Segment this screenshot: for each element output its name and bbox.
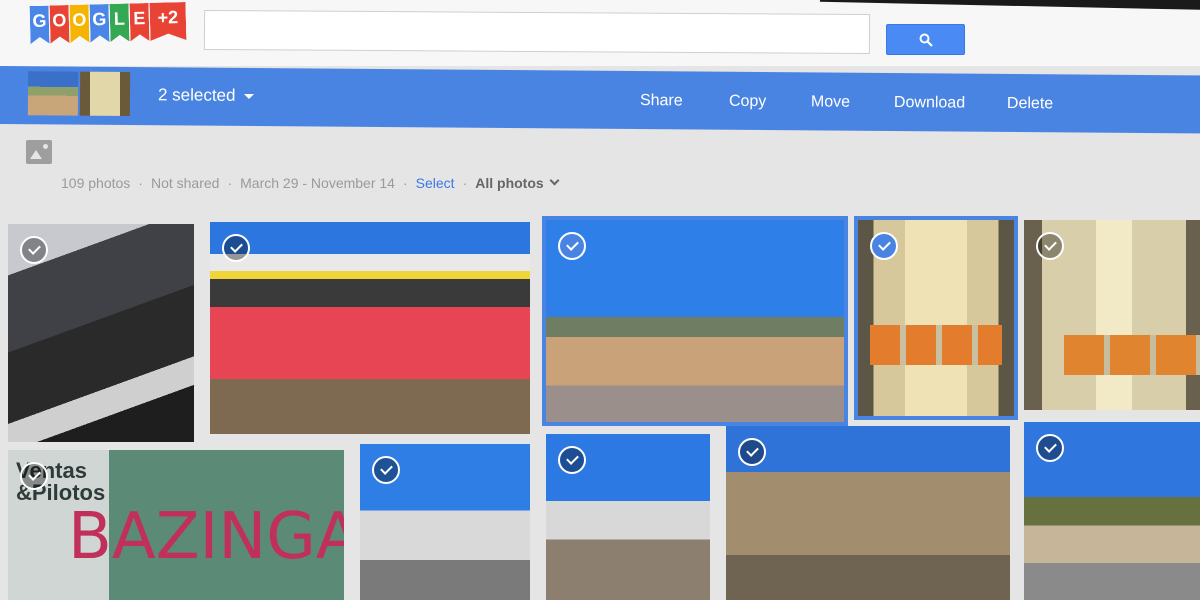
check-icon[interactable] bbox=[870, 232, 898, 260]
logo-letter: G bbox=[90, 4, 110, 42]
check-icon[interactable] bbox=[1036, 434, 1064, 462]
chevron-down-icon bbox=[549, 175, 560, 186]
top-header: G O O G L E +2 bbox=[0, 0, 1200, 66]
photo-tile[interactable] bbox=[8, 224, 194, 442]
copy-button[interactable]: Copy bbox=[729, 93, 766, 111]
photo-tile-selected[interactable] bbox=[854, 216, 1018, 420]
separator: · bbox=[402, 175, 408, 191]
download-button[interactable]: Download bbox=[894, 94, 965, 113]
check-icon[interactable] bbox=[222, 234, 250, 262]
photo-tile[interactable] bbox=[546, 434, 710, 600]
selection-count-dropdown[interactable]: 2 selected bbox=[158, 85, 254, 106]
logo-letter: +2 bbox=[149, 2, 186, 41]
share-button[interactable]: Share bbox=[640, 92, 683, 110]
photo-tile-selected[interactable] bbox=[542, 216, 848, 426]
separator: · bbox=[462, 175, 468, 191]
photo-graffiti-text: BAZINGA! bbox=[68, 500, 344, 574]
filter-dropdown[interactable]: All photos bbox=[475, 175, 560, 191]
date-range: March 29 - November 14 bbox=[240, 175, 395, 191]
photo-tile[interactable] bbox=[360, 444, 530, 600]
check-icon[interactable] bbox=[738, 438, 766, 466]
check-icon[interactable] bbox=[372, 456, 400, 484]
logo-letter: G bbox=[30, 6, 50, 44]
check-icon[interactable] bbox=[1036, 232, 1064, 260]
filter-label: All photos bbox=[475, 175, 544, 191]
check-icon[interactable] bbox=[558, 446, 586, 474]
select-link[interactable]: Select bbox=[416, 175, 455, 191]
photo-tile[interactable] bbox=[726, 426, 1010, 600]
search-button[interactable] bbox=[886, 24, 965, 55]
separator: · bbox=[138, 175, 143, 191]
album-photo-icon bbox=[26, 140, 52, 164]
separator: · bbox=[227, 175, 233, 191]
sharing-status: Not shared bbox=[150, 175, 220, 191]
photo-count: 109 photos bbox=[61, 175, 131, 191]
selected-thumbnails bbox=[27, 71, 131, 117]
delete-button[interactable]: Delete bbox=[1007, 95, 1053, 113]
search-input[interactable] bbox=[203, 9, 871, 55]
album-info-row: 109 photos · Not shared · March 29 - Nov… bbox=[61, 175, 560, 191]
check-icon[interactable] bbox=[558, 232, 586, 260]
search-icon bbox=[919, 33, 933, 47]
logo-letter: O bbox=[50, 5, 70, 43]
logo-letter: E bbox=[129, 3, 149, 41]
photo-tile[interactable]: Ventas &Pilotos BAZINGA! bbox=[8, 450, 344, 600]
selection-toolbar: 2 selected Share Copy Move Download Dele… bbox=[0, 66, 1200, 134]
google-plus-logo[interactable]: G O O G L E +2 bbox=[30, 2, 188, 44]
logo-letter: O bbox=[70, 5, 90, 43]
screen-edge bbox=[819, 0, 1200, 11]
check-icon[interactable] bbox=[20, 462, 48, 490]
photo-tile[interactable] bbox=[1024, 220, 1200, 410]
move-button[interactable]: Move bbox=[811, 93, 850, 111]
dropdown-caret-icon bbox=[243, 93, 254, 100]
photo-tile[interactable] bbox=[210, 222, 530, 434]
selected-thumbnail[interactable] bbox=[27, 71, 79, 116]
selection-count-label: 2 selected bbox=[157, 85, 236, 105]
logo-letter: L bbox=[110, 3, 130, 41]
photo-tile[interactable] bbox=[1024, 422, 1200, 600]
selected-thumbnail[interactable] bbox=[79, 71, 131, 117]
check-icon[interactable] bbox=[20, 236, 48, 264]
